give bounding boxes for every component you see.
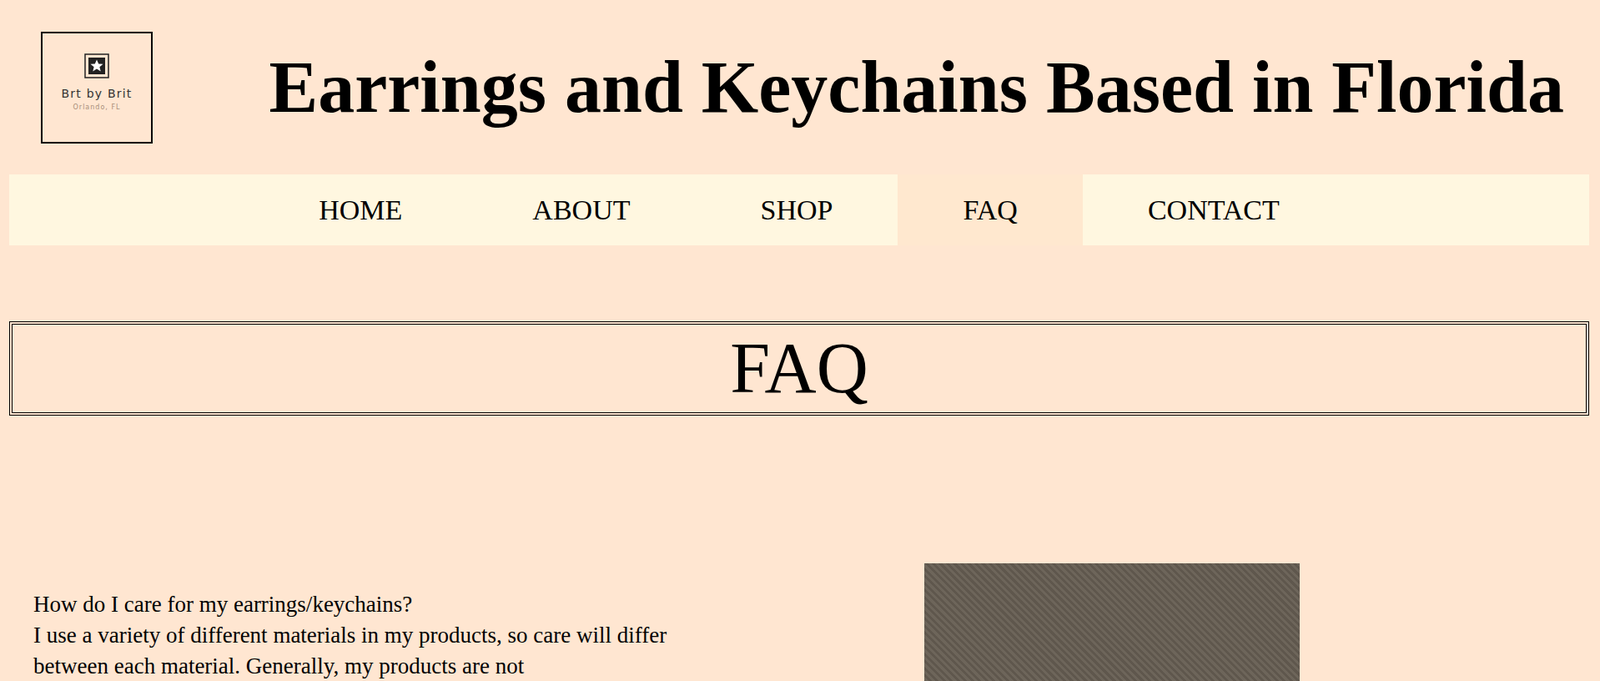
nav-label[interactable]: CONTACT	[1147, 194, 1280, 227]
nav-label[interactable]: HOME	[318, 194, 403, 227]
nav-item[interactable]: FAQ	[897, 174, 1083, 246]
nav-item[interactable]: CONTACT	[1082, 174, 1345, 246]
logo[interactable]: Brt by Brit Orlando, FL	[40, 31, 153, 144]
nav-label[interactable]: FAQ	[962, 194, 1018, 227]
nav-item[interactable]: SHOP	[694, 174, 898, 246]
nav-bar: HOME ABOUT SHOP FAQ CONTACT	[9, 174, 1590, 246]
faq-list: How do I care for my earrings/keychains?…	[9, 563, 925, 681]
faq-answer: I use a variety of different materials i…	[33, 619, 726, 681]
logo-name: Brt by Brit	[61, 86, 133, 101]
nav-label[interactable]: SHOP	[759, 194, 833, 227]
faq-content: How do I care for my earrings/keychains?…	[9, 563, 1590, 681]
logo-location: Orlando, FL	[73, 103, 121, 111]
site-title: Earrings and Keychains Based in Florida	[269, 47, 1590, 129]
product-photo	[924, 563, 1300, 681]
nav-label[interactable]: ABOUT	[532, 194, 630, 227]
header: Brt by Brit Orlando, FL Earrings and Keych…	[9, 0, 1590, 144]
faq-question: How do I care for my earrings/keychains?	[33, 588, 726, 620]
star-icon	[84, 53, 110, 79]
nav-item[interactable]: ABOUT	[467, 174, 695, 246]
heading-text: FAQ	[729, 328, 869, 408]
faq-item: How do I care for my earrings/keychains?…	[33, 588, 726, 681]
nav-item[interactable]: HOME	[253, 174, 468, 246]
page-heading: FAQ	[9, 321, 1590, 416]
